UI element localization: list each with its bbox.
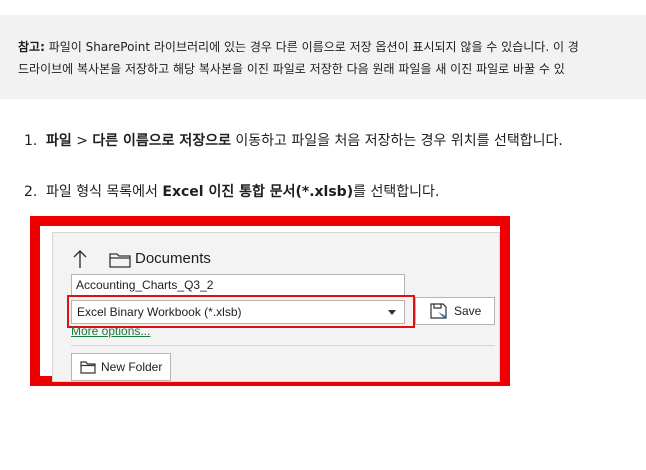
step-text-post: 를 선택합니다. bbox=[353, 184, 440, 200]
filename-input[interactable]: Accounting_Charts_Q3_2 bbox=[71, 274, 405, 296]
more-options-link[interactable]: More options... bbox=[71, 324, 150, 338]
step-bold-format: Excel 이진 통합 문서(*.xlsb) bbox=[162, 184, 354, 200]
save-button[interactable]: Save bbox=[415, 297, 495, 325]
location-label[interactable]: Documents bbox=[135, 250, 211, 267]
step-number: 2. bbox=[24, 184, 38, 200]
step-bold-saveas: 다른 이름으로 저장으로 bbox=[92, 133, 231, 149]
step-text: 이동하고 파일을 처음 저장하는 경우 위치를 선택합니다. bbox=[230, 133, 563, 149]
save-icon bbox=[430, 303, 447, 319]
note-box: 참고: 파일이 SharePoint 라이브러리에 있는 경우 다른 이름으로 … bbox=[0, 15, 646, 99]
save-as-dialog: Documents Accounting_Charts_Q3_2 Excel B… bbox=[52, 232, 500, 382]
step-1: 1. 파일 > 다른 이름으로 저장으로 이동하고 파일을 처음 저장하는 경우 … bbox=[24, 130, 563, 150]
new-folder-icon bbox=[80, 361, 96, 374]
step-2: 2. 파일 형식 목록에서 Excel 이진 통합 문서(*.xlsb)를 선택합… bbox=[24, 181, 439, 201]
step-text-pre: 파일 형식 목록에서 bbox=[46, 184, 163, 200]
note-label: 참고: bbox=[18, 40, 45, 54]
note-text-1: 파일이 SharePoint 라이브러리에 있는 경우 다른 이름으로 저장 옵… bbox=[48, 40, 579, 54]
step-bold-file: 파일 bbox=[46, 133, 72, 149]
step-number: 1. bbox=[24, 133, 38, 149]
up-arrow-icon[interactable] bbox=[73, 249, 87, 269]
folder-icon bbox=[109, 253, 131, 268]
step-separator: > bbox=[71, 133, 93, 149]
save-button-label: Save bbox=[454, 304, 482, 318]
note-line-1: 참고: 파일이 SharePoint 라이브러리에 있는 경우 다른 이름으로 … bbox=[18, 38, 579, 55]
new-folder-label: New Folder bbox=[101, 360, 163, 374]
note-line-2: 드라이브에 복사본을 저장하고 해당 복사본을 이진 파일로 저장한 다음 원래… bbox=[18, 62, 565, 76]
new-folder-button[interactable]: New Folder bbox=[71, 353, 171, 381]
screenshot-highlight-frame: Documents Accounting_Charts_Q3_2 Excel B… bbox=[30, 216, 510, 386]
divider bbox=[71, 345, 495, 346]
